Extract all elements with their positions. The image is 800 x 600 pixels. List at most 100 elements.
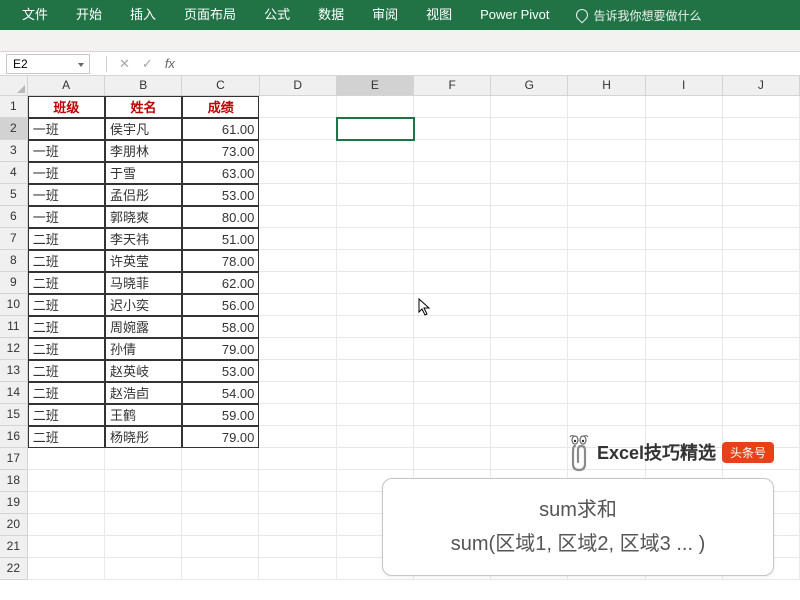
cell[interactable] — [646, 250, 723, 272]
cell[interactable] — [337, 184, 414, 206]
cell[interactable] — [182, 448, 259, 470]
cell[interactable] — [646, 294, 723, 316]
cell[interactable] — [414, 118, 491, 140]
cell[interactable] — [723, 382, 800, 404]
cell[interactable] — [414, 228, 491, 250]
cell[interactable] — [259, 162, 336, 184]
cell[interactable] — [337, 382, 414, 404]
cell[interactable]: 郭晓爽 — [105, 206, 182, 228]
column-header[interactable]: E — [337, 76, 414, 96]
cell[interactable] — [723, 272, 800, 294]
cell[interactable]: 二班 — [28, 250, 105, 272]
row-header[interactable]: 16 — [0, 426, 28, 448]
select-all-button[interactable] — [0, 76, 28, 96]
cell[interactable]: 二班 — [28, 360, 105, 382]
cell[interactable] — [723, 338, 800, 360]
cell[interactable]: 马晓菲 — [105, 272, 182, 294]
column-header[interactable]: A — [28, 76, 105, 96]
cell[interactable]: 一班 — [28, 184, 105, 206]
cell[interactable] — [259, 118, 336, 140]
cell[interactable]: 侯宇凡 — [105, 118, 182, 140]
cell[interactable] — [337, 118, 414, 140]
row-header[interactable]: 11 — [0, 316, 28, 338]
cell[interactable] — [646, 228, 723, 250]
cell[interactable] — [259, 184, 336, 206]
row-header[interactable]: 18 — [0, 470, 28, 492]
cell[interactable]: 一班 — [28, 162, 105, 184]
cell[interactable] — [646, 338, 723, 360]
cell[interactable] — [337, 228, 414, 250]
cell[interactable] — [259, 470, 336, 492]
cell[interactable] — [723, 360, 800, 382]
cell[interactable]: 63.00 — [182, 162, 259, 184]
cell[interactable] — [723, 294, 800, 316]
cell[interactable]: 二班 — [28, 316, 105, 338]
cell[interactable] — [105, 492, 182, 514]
cell[interactable] — [646, 316, 723, 338]
cell[interactable] — [723, 140, 800, 162]
cell[interactable]: 迟小奕 — [105, 294, 182, 316]
cell[interactable] — [337, 338, 414, 360]
cell[interactable] — [568, 294, 645, 316]
column-header[interactable]: G — [491, 76, 568, 96]
ribbon-tab[interactable]: 公式 — [250, 0, 304, 30]
cell[interactable]: 78.00 — [182, 250, 259, 272]
cell[interactable] — [646, 140, 723, 162]
cell[interactable] — [491, 96, 568, 118]
column-header[interactable]: F — [414, 76, 491, 96]
cell[interactable]: 53.00 — [182, 184, 259, 206]
cell[interactable]: 二班 — [28, 382, 105, 404]
cell[interactable] — [28, 514, 105, 536]
row-header[interactable]: 12 — [0, 338, 28, 360]
cell[interactable] — [568, 96, 645, 118]
cell[interactable] — [337, 272, 414, 294]
cell[interactable]: 二班 — [28, 338, 105, 360]
cell[interactable] — [491, 272, 568, 294]
cell[interactable]: 51.00 — [182, 228, 259, 250]
cell[interactable]: 79.00 — [182, 338, 259, 360]
cell[interactable] — [414, 162, 491, 184]
cell[interactable] — [259, 448, 336, 470]
cell[interactable]: 王鹤 — [105, 404, 182, 426]
cell[interactable]: 赵浩卣 — [105, 382, 182, 404]
cell[interactable]: 一班 — [28, 206, 105, 228]
cell[interactable]: 二班 — [28, 272, 105, 294]
cell[interactable]: 73.00 — [182, 140, 259, 162]
row-header[interactable]: 20 — [0, 514, 28, 536]
cell[interactable] — [182, 558, 259, 580]
cell[interactable]: 56.00 — [182, 294, 259, 316]
cell[interactable] — [182, 514, 259, 536]
cell[interactable]: 53.00 — [182, 360, 259, 382]
cell[interactable] — [259, 250, 336, 272]
cell[interactable] — [337, 294, 414, 316]
row-header[interactable]: 13 — [0, 360, 28, 382]
cell[interactable]: 一班 — [28, 140, 105, 162]
cell[interactable] — [259, 96, 336, 118]
cell[interactable] — [105, 470, 182, 492]
ribbon-tab[interactable]: 页面布局 — [170, 0, 250, 30]
cell[interactable] — [259, 382, 336, 404]
ribbon-tab[interactable]: 插入 — [116, 0, 170, 30]
cell[interactable] — [491, 162, 568, 184]
cell[interactable] — [259, 426, 336, 448]
cell[interactable] — [491, 338, 568, 360]
column-header[interactable]: C — [182, 76, 259, 96]
cell[interactable]: 58.00 — [182, 316, 259, 338]
cell[interactable]: 二班 — [28, 426, 105, 448]
cell[interactable] — [105, 448, 182, 470]
cell[interactable] — [491, 140, 568, 162]
cell[interactable]: 二班 — [28, 404, 105, 426]
column-header[interactable]: J — [723, 76, 800, 96]
cell[interactable] — [259, 558, 336, 580]
cell[interactable]: 于雪 — [105, 162, 182, 184]
cell[interactable]: 二班 — [28, 228, 105, 250]
ribbon-tab[interactable]: 视图 — [412, 0, 466, 30]
cell[interactable] — [105, 558, 182, 580]
cell[interactable] — [414, 206, 491, 228]
cell[interactable] — [723, 228, 800, 250]
cell[interactable] — [491, 382, 568, 404]
cell[interactable] — [414, 184, 491, 206]
cell[interactable] — [259, 360, 336, 382]
cell[interactable] — [414, 382, 491, 404]
cell[interactable]: 杨晓彤 — [105, 426, 182, 448]
